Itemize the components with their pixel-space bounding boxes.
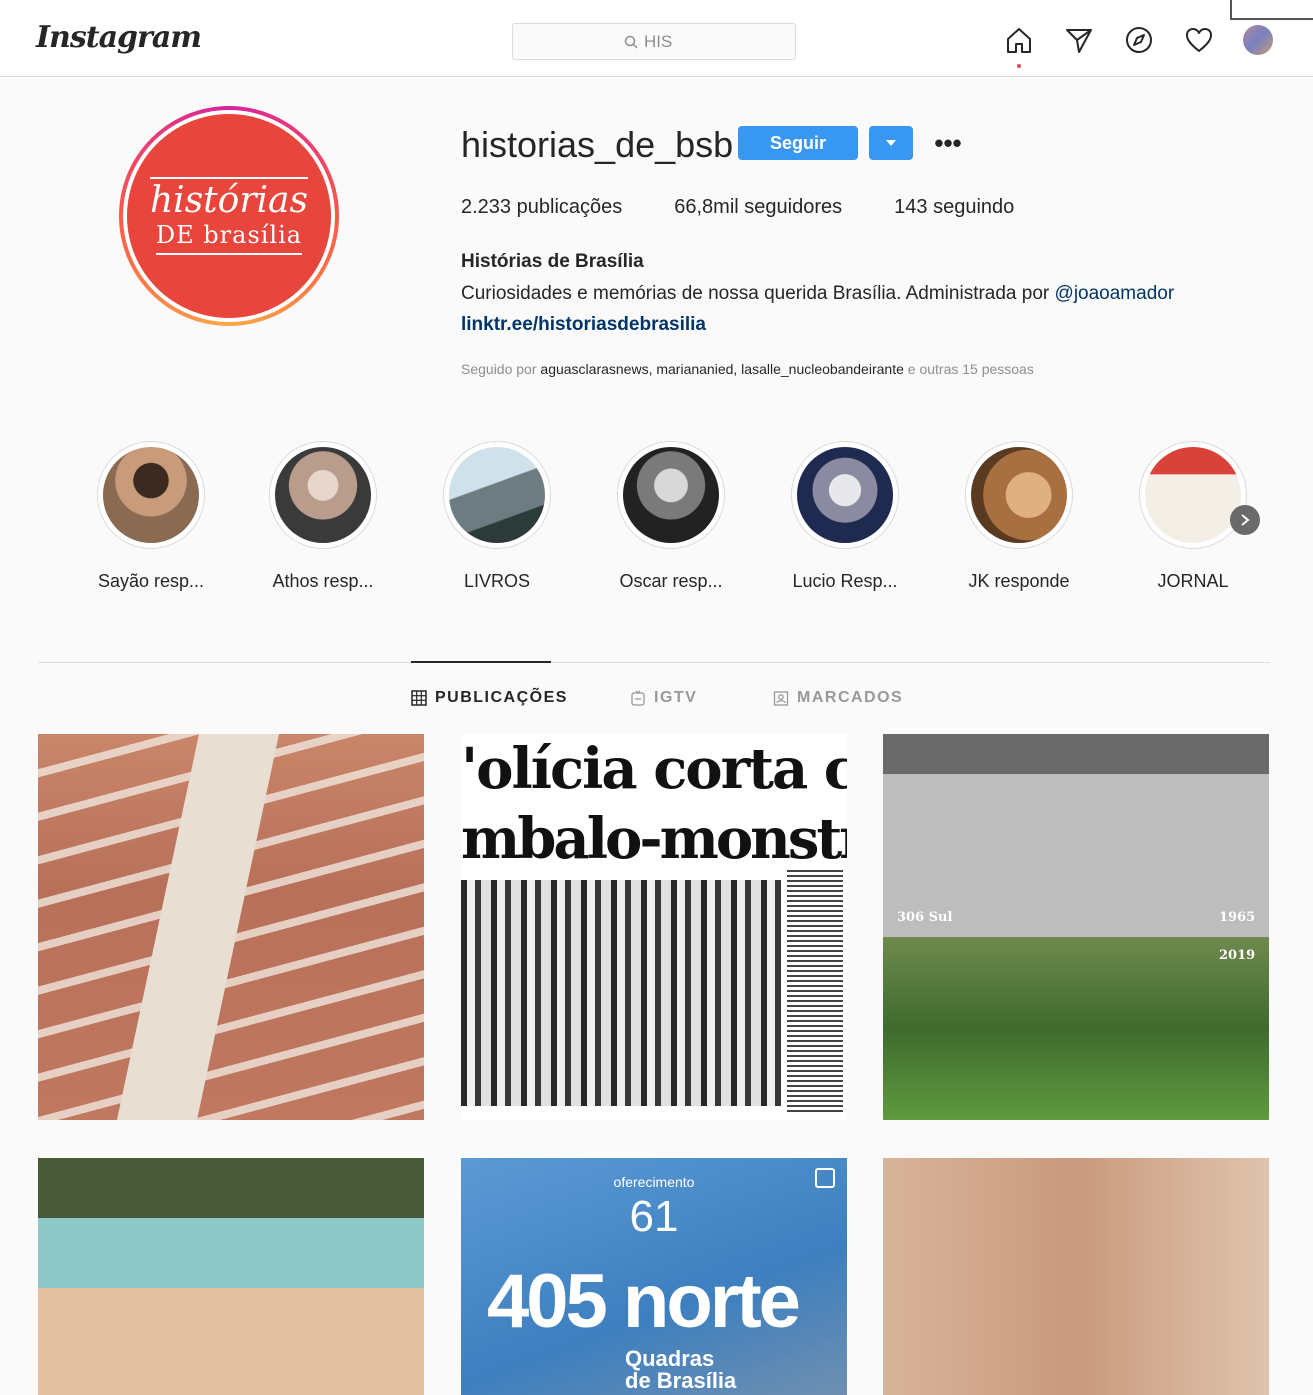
chevron-right-icon [1241,514,1250,526]
search-box[interactable] [512,23,796,60]
post-thumbnail[interactable] [883,1158,1269,1395]
post-thumbnail[interactable] [38,734,424,1120]
post-image-1965 [883,734,1269,937]
igtv-icon [631,690,645,706]
active-tab-indicator [411,661,551,663]
tab-posts[interactable]: PUBLICAÇÕES [411,689,568,707]
highlight-label: LIVROS [463,571,531,591]
posts-stat: 2.233 publicações [461,196,623,218]
highlight-item[interactable]: LIVROS [430,441,564,592]
highlights-next-button[interactable] [1230,505,1260,535]
highlight-label: JK responde [968,571,1070,591]
post-text-subtitle: Quadras de Brasília [625,1346,737,1393]
profile-external-link[interactable]: linktr.ee/historiasdebrasilia [461,314,706,336]
tab-tagged[interactable]: MARCADOS [773,689,903,707]
highlight-cover [449,447,545,543]
highlight-label: Sayão resp... [97,571,205,591]
instagram-logo[interactable]: Instagram [36,20,202,55]
post-caption-year: 1965 [1219,910,1256,925]
post-text-sponsor: oferecimento [613,1174,695,1190]
avatar-logo-line1: histórias [150,177,308,221]
following-stat[interactable]: 143 seguindo [894,196,1014,219]
highlight-cover [623,447,719,543]
profile-stats: 2.233 publicações 66,8mil seguidores 143… [461,196,1066,219]
followed-by[interactable]: Seguido por aguasclarasnews, mariananied… [461,361,1034,377]
suggestions-dropdown-button[interactable] [869,126,913,160]
highlight-item[interactable]: Athos resp... [256,441,390,592]
highlight-label: JORNAL [1157,571,1229,591]
explore-icon[interactable] [1123,24,1155,56]
post-text-title: 405 norte [487,1259,801,1344]
grid-icon [411,690,427,706]
post-thumbnail[interactable]: oferecimento 61 405 norte Quadras de Bras… [461,1158,847,1395]
post-text-sponsor-logo: 61 [629,1192,679,1241]
highlight-cover [971,447,1067,543]
follow-button[interactable]: Seguir [738,126,858,160]
profile-username: historias_de_bsb [461,124,734,165]
more-options-button[interactable]: ••• [928,128,968,158]
post-newspaper-photo [461,880,781,1106]
post-thumbnail[interactable]: 306 Sul 1965 2019 [883,734,1269,1120]
followers-stat[interactable]: 66,8mil seguidores [674,196,842,219]
window-corner-overlay [1230,0,1313,20]
search-icon [624,35,638,49]
profile-full-name: Histórias de Brasília [461,251,644,272]
tab-igtv[interactable]: IGTV [630,689,697,707]
profile-avatar[interactable]: histórias DE brasília [119,106,339,326]
home-icon[interactable] [1003,24,1035,68]
nav-avatar[interactable] [1243,25,1273,55]
highlight-label: Oscar resp... [619,571,723,591]
post-caption-year: 2019 [1219,948,1256,963]
post-thumbnail[interactable] [38,1158,424,1395]
post-caption-location: 306 Sul [897,910,953,925]
highlight-item[interactable]: Sayão resp... [84,441,218,592]
home-active-dot [1017,64,1021,68]
highlight-cover [103,447,199,543]
profile-bio: Curiosidades e memórias de nossa querida… [461,283,1175,304]
heart-icon[interactable] [1183,24,1215,56]
highlight-item[interactable]: Lucio Resp... [778,441,912,592]
story-highlights: Sayão resp... Athos resp... LIVROS Oscar… [84,441,1274,601]
tabs-divider [38,662,1270,663]
search-input[interactable] [644,31,684,52]
highlight-cover [275,447,371,543]
highlight-cover [797,447,893,543]
bio-mention-link[interactable]: @joaoamador [1055,283,1175,304]
post-thumbnail[interactable]: 'olícia corta c mbalo-monstr [461,734,847,1120]
nav-icons [1003,24,1273,68]
highlight-label: Lucio Resp... [792,571,898,591]
direct-icon[interactable] [1063,24,1095,56]
highlight-cover [1145,447,1241,543]
tagged-icon [773,691,789,706]
post-image-2019 [883,937,1269,1120]
highlight-item[interactable]: Oscar resp... [604,441,738,592]
highlight-item[interactable]: JK responde [952,441,1086,592]
highlight-label: Athos resp... [272,571,374,591]
post-newspaper-headline: 'olícia corta c [461,736,847,802]
post-image-road [116,734,280,1120]
caret-down-icon [886,140,896,146]
post-newspaper-headline: mbalo-monstr [461,806,847,872]
top-nav-bar: Instagram [0,0,1313,77]
post-newspaper-columns [787,870,843,1112]
avatar-logo-line2: DE brasília [155,221,303,255]
